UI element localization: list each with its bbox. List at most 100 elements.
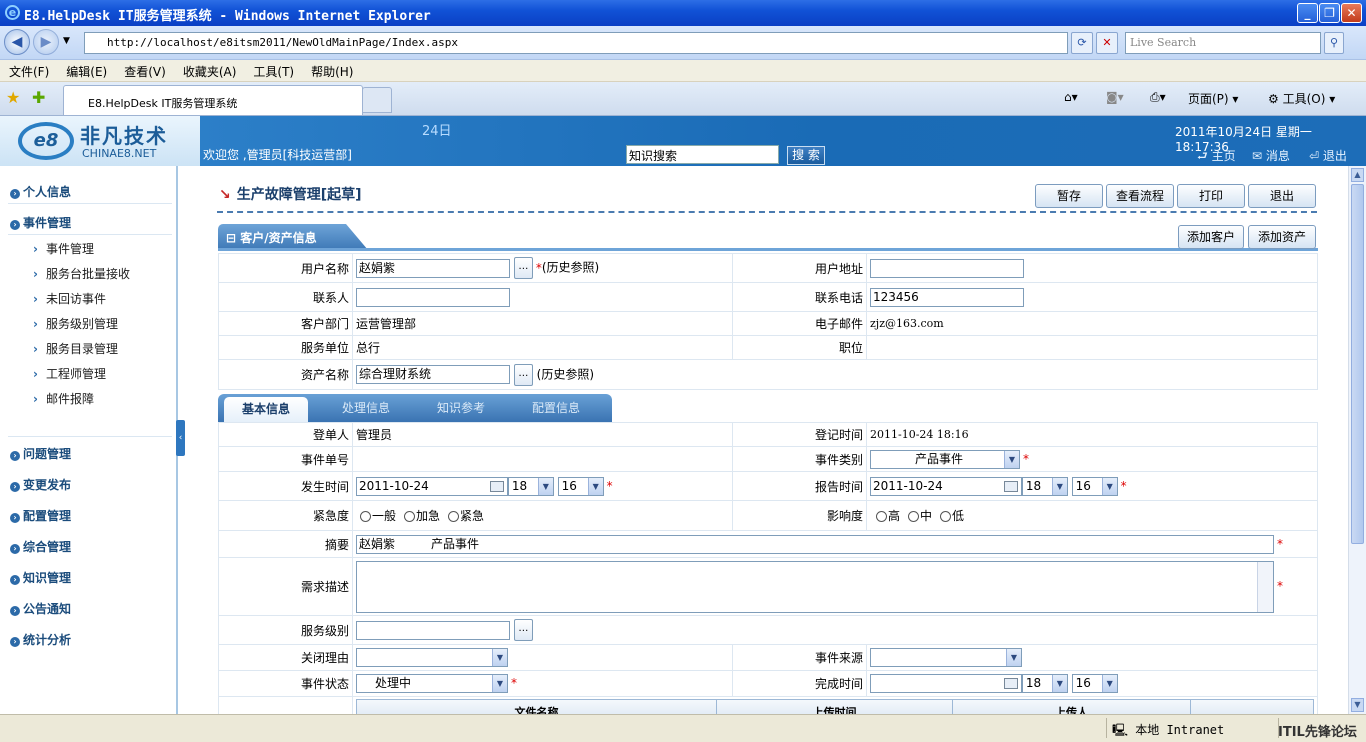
asset-history-link[interactable]: (历史参照) <box>537 367 594 381</box>
sidebar-group-problem[interactable]: › 问题管理 <box>10 445 71 462</box>
sidebar-group-change[interactable]: › 变更发布 <box>10 476 71 493</box>
address-input[interactable]: http://localhost/e8itsm2011/NewOldMainPa… <box>84 32 1068 54</box>
sidebar-collapse-handle[interactable]: ‹ <box>176 420 185 456</box>
security-zone[interactable]: 🖳 本地 Intranet <box>1112 721 1224 742</box>
sidebar-item-batch-receive[interactable]: › 服务台批量接收 <box>33 265 130 282</box>
impact-high-radio[interactable] <box>876 511 887 522</box>
menu-favorites[interactable]: 收藏夹(A) <box>174 60 245 80</box>
sidebar-group-config[interactable]: › 配置管理 <box>10 507 71 524</box>
urgency-rush-radio[interactable] <box>404 511 416 522</box>
sla-input[interactable] <box>356 620 510 640</box>
refresh-icon[interactable]: ⟳ <box>1071 32 1093 54</box>
exit-button[interactable]: 退出 <box>1248 184 1316 208</box>
page-scrollbar[interactable]: ▲ ▼ <box>1348 166 1366 714</box>
logout-link[interactable]: ⏎ 退出 <box>1309 147 1347 164</box>
occur-date-input[interactable]: 2011-10-24 <box>356 476 508 496</box>
calendar-icon[interactable] <box>1004 480 1018 492</box>
sidebar-group-stats[interactable]: › 统计分析 <box>10 631 71 648</box>
forward-button[interactable]: ▶ <box>33 29 59 55</box>
menu-file[interactable]: 文件(F) <box>0 60 57 80</box>
add-favorite-icon[interactable]: ✚ <box>32 88 45 107</box>
new-tab-button[interactable] <box>362 87 392 113</box>
print-icon[interactable]: ⎙▾ <box>1150 90 1166 105</box>
event-type-select[interactable]: 产品事件 ▼ <box>870 449 1020 469</box>
maximize-button[interactable]: ❐ <box>1319 3 1340 23</box>
knowledge-search-input[interactable]: 知识搜索 <box>626 145 779 164</box>
user-addr-input[interactable] <box>870 258 1024 278</box>
phone-input[interactable]: 123456 <box>870 287 1024 307</box>
live-search-input[interactable]: Live Search <box>1125 32 1321 54</box>
search-icon[interactable]: ⚲ <box>1324 32 1344 54</box>
menu-tools[interactable]: 工具(T) <box>244 60 302 80</box>
event-status-select[interactable]: 处理中 ▼ <box>356 674 508 693</box>
calendar-icon[interactable] <box>490 480 504 492</box>
browser-tab-active[interactable]: E8.HelpDesk IT服务管理系统 <box>63 85 363 115</box>
add-asset-button[interactable]: 添加资产 <box>1248 225 1316 249</box>
scroll-up-icon[interactable]: ▲ <box>1351 168 1364 182</box>
event-source-select[interactable]: ▼ <box>870 648 1022 667</box>
summary-input[interactable]: 赵娟紫 产品事件 <box>356 534 1274 554</box>
sidebar-group-personal[interactable]: › 个人信息 <box>10 183 71 200</box>
finish-date-input[interactable] <box>870 674 1022 693</box>
tab-handling-info[interactable]: 处理信息 <box>342 399 390 416</box>
close-button[interactable]: ✕ <box>1341 3 1362 23</box>
sidebar-group-general[interactable]: › 综合管理 <box>10 538 71 555</box>
view-flow-button[interactable]: 查看流程 <box>1106 184 1174 208</box>
customer-section-header[interactable]: ⊟ 客户/资产信息 <box>218 224 368 250</box>
desc-textarea[interactable] <box>356 560 1274 613</box>
history-dropdown-icon[interactable]: ▼ <box>63 36 70 46</box>
report-minute-select[interactable]: 16 ▼ <box>1071 476 1118 496</box>
user-history-link[interactable]: (历史参照) <box>542 261 599 275</box>
save-draft-button[interactable]: 暂存 <box>1035 184 1103 208</box>
sidebar-item-event-mgmt[interactable]: › 事件管理 <box>33 240 94 257</box>
sidebar-group-notice[interactable]: › 公告通知 <box>10 600 71 617</box>
contact-input[interactable] <box>356 287 510 307</box>
textarea-scrollbar[interactable] <box>1257 561 1273 612</box>
report-date-input[interactable]: 2011-10-24 <box>870 476 1022 496</box>
calendar-icon[interactable] <box>1004 678 1018 689</box>
minimize-button[interactable]: _ <box>1297 3 1318 23</box>
close-reason-select[interactable]: ▼ <box>356 648 508 667</box>
menu-view[interactable]: 查看(V) <box>115 60 174 80</box>
sidebar-group-event[interactable]: › 事件管理 <box>10 214 71 231</box>
print-button[interactable]: 打印 <box>1177 184 1245 208</box>
scroll-down-icon[interactable]: ▼ <box>1351 698 1364 712</box>
user-lookup-button[interactable]: … <box>513 257 533 279</box>
report-hour-select[interactable]: 18 ▼ <box>1021 476 1068 496</box>
messages-link[interactable]: ✉ 消息 <box>1252 147 1290 164</box>
sidebar-item-sla[interactable]: › 服务级别管理 <box>33 315 118 332</box>
sidebar-group-knowledge[interactable]: › 知识管理 <box>10 569 71 586</box>
sla-lookup-button[interactable]: … <box>513 619 533 641</box>
sidebar-item-mail[interactable]: › 邮件报障 <box>33 390 94 407</box>
sidebar-item-unvisited[interactable]: › 未回访事件 <box>33 290 106 307</box>
add-customer-button[interactable]: 添加客户 <box>1178 225 1244 249</box>
sidebar-item-catalog[interactable]: › 服务目录管理 <box>33 340 118 357</box>
occur-minute-select[interactable]: 16 ▼ <box>557 476 604 496</box>
favorites-star-icon[interactable]: ★ <box>6 88 20 107</box>
asset-input[interactable]: 综合理财系统 <box>356 365 510 384</box>
stop-icon[interactable]: ✕ <box>1096 32 1118 54</box>
knowledge-search-button[interactable]: 搜 索 <box>787 146 825 165</box>
finish-minute-select[interactable]: 16 ▼ <box>1071 674 1118 693</box>
finish-hour-select[interactable]: 18 ▼ <box>1021 674 1068 693</box>
impact-medium-radio[interactable] <box>908 511 920 522</box>
occur-hour-select[interactable]: 18 ▼ <box>507 476 554 496</box>
tab-knowledge-ref[interactable]: 知识参考 <box>437 399 485 416</box>
rss-icon[interactable]: ◙▾ <box>1106 90 1124 104</box>
urgency-normal-radio[interactable] <box>360 511 371 522</box>
menu-edit[interactable]: 编辑(E) <box>57 60 115 80</box>
menu-help[interactable]: 帮助(H) <box>302 60 361 80</box>
tab-basic-info[interactable]: 基本信息 <box>224 397 308 422</box>
page-menu[interactable]: 页面(P) ▾ <box>1188 90 1238 107</box>
home-icon[interactable]: ⌂▾ <box>1064 90 1078 104</box>
user-name-input[interactable]: 赵娟紫 <box>356 258 510 278</box>
urgency-urgent-radio[interactable] <box>448 511 460 522</box>
tools-menu[interactable]: ⚙ 工具(O) ▾ <box>1268 90 1335 107</box>
home-link[interactable]: ⮐ 主页 <box>1197 147 1236 168</box>
sidebar-item-engineer[interactable]: › 工程师管理 <box>33 365 106 382</box>
asset-lookup-button[interactable]: … <box>513 363 533 386</box>
impact-low-radio[interactable] <box>940 511 952 522</box>
back-button[interactable]: ◀ <box>4 29 30 55</box>
scroll-thumb[interactable] <box>1351 184 1364 544</box>
tab-config-info[interactable]: 配置信息 <box>532 399 580 416</box>
